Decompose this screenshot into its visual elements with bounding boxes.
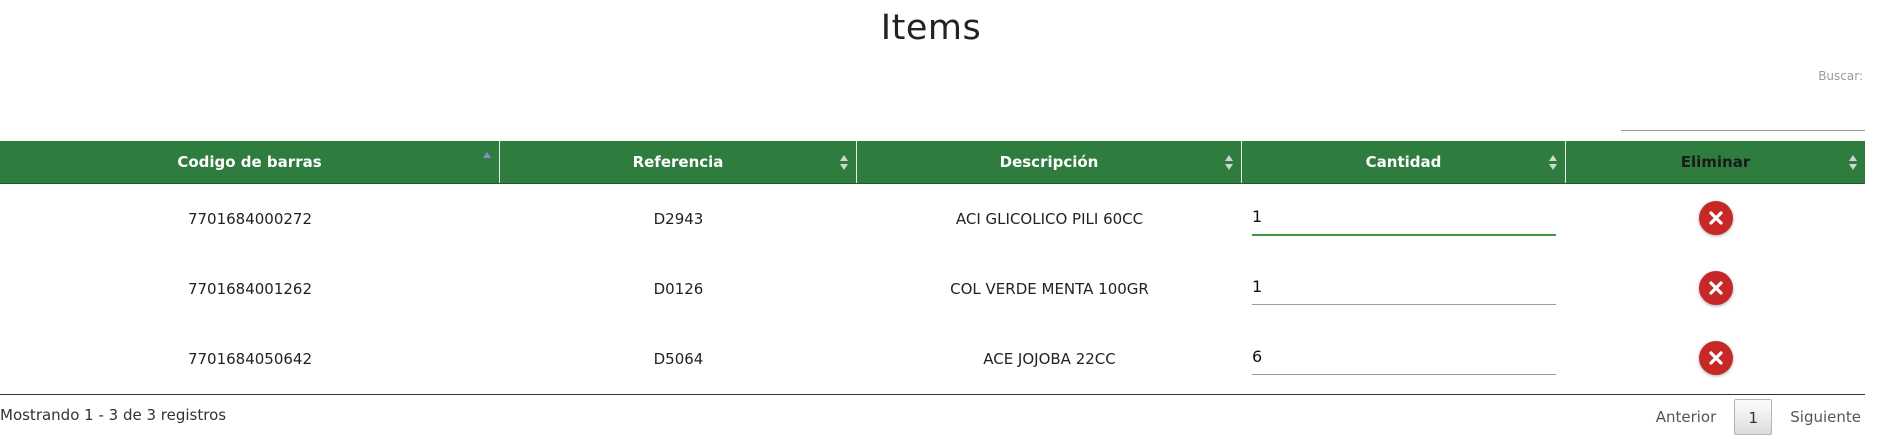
sort-icon (1549, 155, 1557, 171)
items-table: Codigo de barras Referencia Descripción … (0, 141, 1865, 395)
column-header-label: Cantidad (1365, 153, 1442, 171)
previous-page-button[interactable]: Anterior (1638, 408, 1735, 426)
sort-icon (840, 155, 848, 171)
table-row: 7701684001262 D0126 COL VERDE MENTA 100G… (0, 254, 1865, 324)
delete-button[interactable] (1698, 271, 1733, 305)
reference-cell: D5064 (653, 350, 704, 368)
column-header-label: Referencia (632, 153, 724, 171)
sort-icon (1849, 155, 1857, 171)
close-icon (1708, 351, 1723, 365)
quantity-cell (1242, 184, 1566, 254)
page-button-current[interactable]: 1 (1734, 399, 1773, 435)
column-header-delete[interactable]: Eliminar (1566, 141, 1865, 183)
column-header-label: Codigo de barras (177, 153, 322, 171)
column-header-description[interactable]: Descripción (857, 141, 1242, 183)
reference-cell: D2943 (653, 210, 704, 228)
description-cell: COL VERDE MENTA 100GR (950, 280, 1149, 298)
quantity-input[interactable] (1252, 198, 1556, 236)
barcode-cell: 7701684001262 (187, 280, 313, 298)
column-header-barcode[interactable]: Codigo de barras (0, 141, 500, 183)
delete-cell (1566, 324, 1865, 394)
delete-cell (1566, 184, 1865, 254)
table-row: 7701684000272 D2943 ACI GLICOLICO PILI 6… (0, 184, 1865, 254)
quantity-input[interactable] (1252, 338, 1556, 375)
delete-button[interactable] (1698, 341, 1733, 375)
close-icon (1708, 211, 1723, 225)
quantity-input[interactable] (1252, 268, 1556, 305)
reference-cell: D0126 (653, 280, 704, 298)
search-input[interactable] (1621, 104, 1865, 131)
barcode-cell: 7701684000272 (187, 210, 313, 228)
sort-icon (1225, 155, 1233, 171)
column-header-reference[interactable]: Referencia (500, 141, 857, 183)
description-cell: ACI GLICOLICO PILI 60CC (955, 210, 1144, 228)
delete-button[interactable] (1698, 201, 1733, 235)
page-title: Items (880, 8, 982, 48)
table-row: 7701684050642 D5064 ACE JOJOBA 22CC (0, 324, 1865, 394)
table-header: Codigo de barras Referencia Descripción … (0, 141, 1865, 184)
quantity-cell (1242, 254, 1566, 324)
next-page-button[interactable]: Siguiente (1772, 408, 1879, 426)
column-header-label: Eliminar (1680, 153, 1751, 171)
delete-cell (1566, 254, 1865, 324)
description-cell: ACE JOJOBA 22CC (983, 350, 1116, 368)
sort-ascending-icon (483, 152, 491, 168)
barcode-cell: 7701684050642 (187, 350, 313, 368)
table-info: Mostrando 1 - 3 de 3 registros (0, 406, 227, 424)
table-bottom-border (0, 394, 1865, 395)
pagination: Anterior 1 Siguiente (1638, 398, 1879, 436)
column-header-label: Descripción (999, 153, 1099, 171)
search-label: Buscar: (1818, 69, 1863, 83)
quantity-cell (1242, 324, 1566, 394)
close-icon (1708, 281, 1723, 295)
column-header-quantity[interactable]: Cantidad (1242, 141, 1566, 183)
